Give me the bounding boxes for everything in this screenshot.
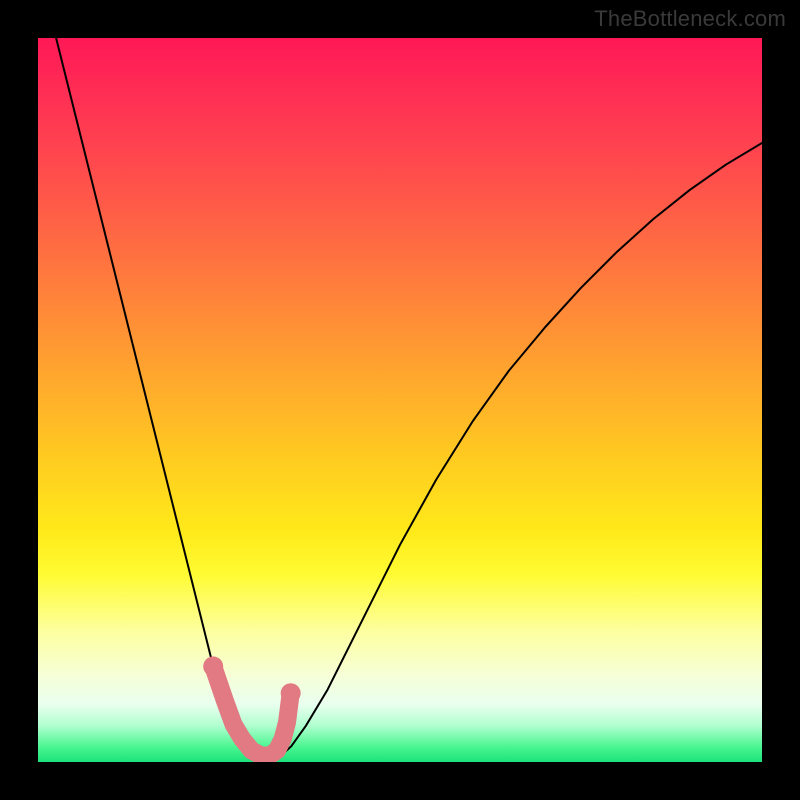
plot-area	[38, 38, 762, 762]
marker-dot	[203, 656, 223, 676]
bottleneck-curve	[38, 38, 762, 758]
chart-frame: TheBottleneck.com	[0, 0, 800, 800]
marker-track	[213, 666, 290, 755]
marker-dot	[281, 683, 301, 703]
frame-border-right	[762, 0, 800, 800]
watermark-text: TheBottleneck.com	[594, 6, 786, 32]
frame-border-left	[0, 0, 38, 800]
frame-border-bottom	[0, 762, 800, 800]
chart-svg	[38, 38, 762, 762]
